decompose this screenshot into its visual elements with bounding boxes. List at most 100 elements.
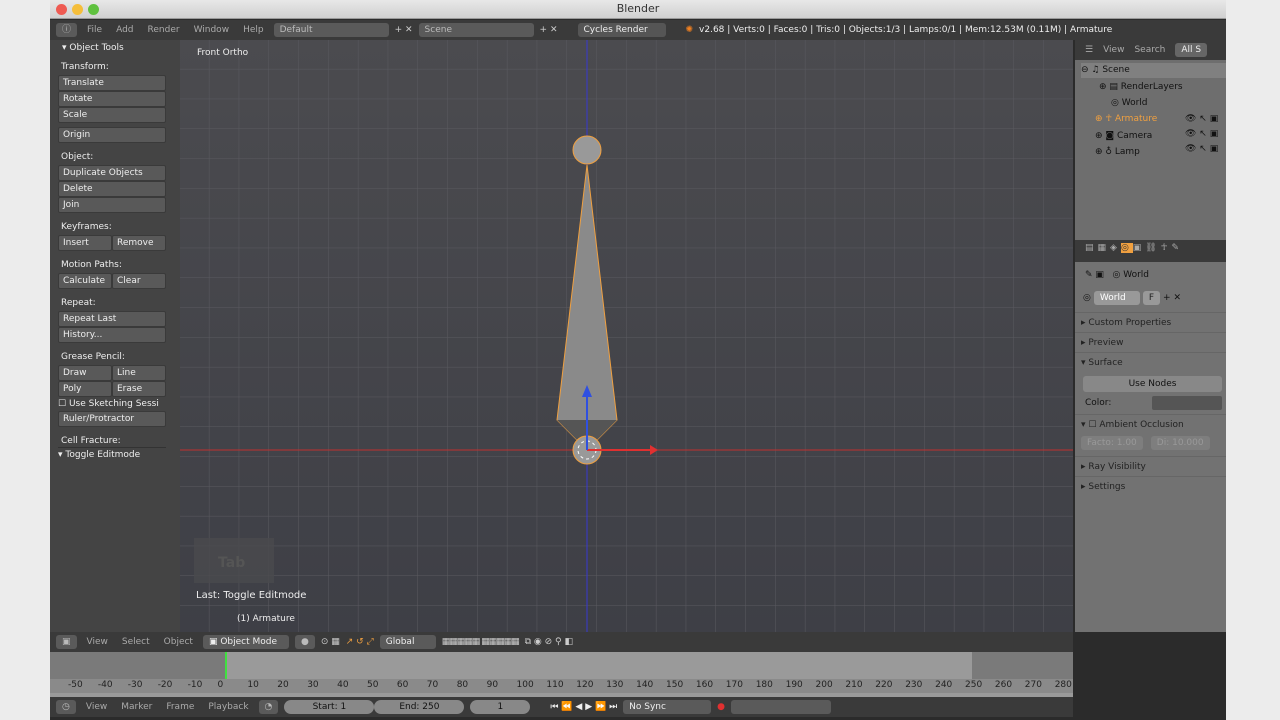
scale-button[interactable]: Scale: [58, 107, 166, 123]
draw-button[interactable]: Draw: [58, 365, 112, 381]
pivot-icon[interactable]: ⊙ ▦: [321, 637, 340, 647]
outliner-item-armature[interactable]: ⊕ ☥ Armature: [1095, 112, 1157, 127]
preview-panel[interactable]: ▸ Preview: [1075, 332, 1226, 352]
manipulator-icons[interactable]: ↗ ↺ ⤢: [346, 637, 374, 647]
join-button[interactable]: Join: [58, 197, 166, 213]
insert-keyframe-button[interactable]: Insert: [58, 235, 112, 251]
outliner-filter-select[interactable]: All S: [1175, 43, 1208, 57]
rotate-button[interactable]: Rotate: [58, 91, 166, 107]
3d-viewport[interactable]: Front Ortho Tab Last: Toggle Editmode (1…: [180, 40, 1073, 632]
orientation-select[interactable]: Global: [379, 635, 436, 649]
keying-set-field[interactable]: [731, 700, 832, 714]
outliner-item-renderlayers[interactable]: ⊕ ▤ RenderLayers: [1099, 80, 1183, 95]
menu-add[interactable]: Add: [112, 25, 137, 35]
clear-button[interactable]: Clear: [112, 273, 166, 289]
snap-icons[interactable]: ⧉ ◉ ⊘ ⚲ ◧: [525, 637, 573, 647]
preview-range-icon[interactable]: ◔: [258, 700, 279, 714]
ray-visibility-panel[interactable]: ▸ Ray Visibility: [1075, 456, 1226, 476]
timeline-tick: 230: [905, 680, 923, 690]
line-button[interactable]: Line: [112, 365, 166, 381]
blender-logo-icon: ✺: [685, 25, 694, 35]
outliner-search-menu[interactable]: Search: [1134, 45, 1165, 55]
layers-grid[interactable]: ▦▦▦▦▦ ▦▦▦▦▦: [442, 637, 520, 647]
visibility-icons[interactable]: 👁 ↖ ▣ 👁 ↖ ▣ 👁 ↖ ▣: [1185, 112, 1218, 154]
shading-select[interactable]: ●: [294, 635, 315, 649]
outliner-editor-icon[interactable]: ☰: [1085, 45, 1093, 55]
zoom-button[interactable]: [88, 4, 99, 15]
surface-panel[interactable]: ▾ Surface: [1075, 352, 1226, 372]
add-layout-icon[interactable]: + ✕: [395, 25, 413, 35]
menu-render[interactable]: Render: [144, 25, 184, 35]
view-name: Front Ortho: [197, 48, 249, 58]
editor-type-icon[interactable]: ◷: [56, 700, 76, 714]
mode-select[interactable]: ▣ Object Mode: [202, 635, 289, 649]
add-scene-icon[interactable]: + ✕: [540, 25, 558, 35]
remove-keyframe-button[interactable]: Remove: [112, 235, 166, 251]
world-datablock[interactable]: ◎ World F + ✕: [1075, 288, 1226, 308]
timeline-tick: 130: [606, 680, 624, 690]
ao-distance-field[interactable]: Di: 10.000: [1150, 436, 1210, 450]
record-icon[interactable]: ●: [717, 702, 725, 712]
close-button[interactable]: [56, 4, 67, 15]
timeline-ruler: -50 -40 -30 -20 -10 0 10 20 30 40 50 60 70 80 90 100 110…: [50, 679, 1073, 693]
end-frame-field[interactable]: End: 250: [374, 700, 465, 714]
object-info: (1) Armature: [237, 614, 295, 624]
toggle-editmode-header[interactable]: ▾ Toggle Editmode: [58, 447, 166, 460]
outliner-view-menu[interactable]: View: [1103, 45, 1124, 55]
menu-window[interactable]: Window: [190, 25, 234, 35]
delete-button[interactable]: Delete: [58, 181, 166, 197]
frame-menu[interactable]: Frame: [162, 702, 198, 712]
timeline-view-menu[interactable]: View: [82, 702, 111, 712]
settings-panel[interactable]: ▸ Settings: [1075, 476, 1226, 496]
use-nodes-button[interactable]: Use Nodes: [1083, 376, 1222, 392]
scene-select[interactable]: Scene: [418, 23, 534, 37]
fake-user-button[interactable]: F: [1142, 291, 1161, 305]
ao-factor-field[interactable]: Facto: 1.00: [1081, 436, 1143, 450]
ao-fields: Facto: 1.00 Di: 10.000: [1075, 434, 1226, 452]
menu-help[interactable]: Help: [239, 25, 268, 35]
minimize-button[interactable]: [72, 4, 83, 15]
erase-button[interactable]: Erase: [112, 381, 166, 397]
keyframes-label: Keyframes:: [61, 222, 112, 232]
render-engine-select[interactable]: Cycles Render: [577, 23, 666, 37]
repeat-last-button[interactable]: Repeat Last: [58, 311, 166, 327]
outliner-item-scene[interactable]: ⊖ ♫ Scene: [1081, 63, 1226, 78]
calculate-button[interactable]: Calculate: [58, 273, 112, 289]
timeline-tick: 40: [337, 680, 349, 690]
object-tools-header[interactable]: ▾ Object Tools: [62, 43, 166, 53]
custom-properties-panel[interactable]: ▸ Custom Properties: [1075, 312, 1226, 332]
cell-fracture-label: Cell Fracture:: [61, 436, 121, 444]
layout-select[interactable]: Default: [273, 23, 389, 37]
sketching-checkbox[interactable]: ☐ Use Sketching Sessi: [58, 399, 166, 409]
history-button[interactable]: History...: [58, 327, 166, 343]
origin-button[interactable]: Origin: [58, 127, 166, 143]
timeline-tick: 190: [785, 680, 803, 690]
playback-menu[interactable]: Playback: [204, 702, 252, 712]
timeline-tick: 220: [875, 680, 893, 690]
outliner-item-world[interactable]: ◎ World: [1111, 96, 1148, 111]
timeline[interactable]: -50 -40 -30 -20 -10 0 10 20 30 40 50 60 70 80 90 100 110…: [50, 652, 1073, 697]
duplicate-button[interactable]: Duplicate Objects: [58, 165, 166, 181]
start-frame-field[interactable]: Start: 1: [284, 700, 375, 714]
editor-type-icon[interactable]: ⓘ: [56, 23, 78, 37]
sync-select[interactable]: No Sync: [623, 700, 712, 714]
outliner-item-camera[interactable]: ⊕ ◙ Camera: [1095, 129, 1152, 144]
select-menu[interactable]: Select: [118, 637, 154, 647]
current-frame-field[interactable]: 1: [470, 700, 531, 714]
poly-button[interactable]: Poly: [58, 381, 112, 397]
view-menu[interactable]: View: [83, 637, 112, 647]
ruler-button[interactable]: Ruler/Protractor: [58, 411, 166, 427]
translate-button[interactable]: Translate: [58, 75, 166, 91]
menu-file[interactable]: File: [83, 25, 106, 35]
object-menu[interactable]: Object: [160, 637, 197, 647]
ambient-occlusion-panel[interactable]: ▾ ☐ Ambient Occlusion: [1075, 414, 1226, 434]
outliner-item-lamp[interactable]: ⊕ ♁ Lamp: [1095, 145, 1140, 160]
properties-context-tabs[interactable]: ▤▦◈◎▣⛓☥✎: [1075, 240, 1226, 262]
editor-type-icon[interactable]: ▣: [56, 635, 77, 649]
playback-controls[interactable]: ⏮ ⏪ ◀ ▶ ⏩ ⏭: [550, 702, 617, 712]
timeline-tick: 70: [426, 680, 439, 690]
timeline-tick: 210: [845, 680, 863, 690]
marker-menu[interactable]: Marker: [117, 702, 156, 712]
color-swatch[interactable]: [1152, 396, 1222, 410]
current-frame-marker[interactable]: [225, 652, 227, 679]
